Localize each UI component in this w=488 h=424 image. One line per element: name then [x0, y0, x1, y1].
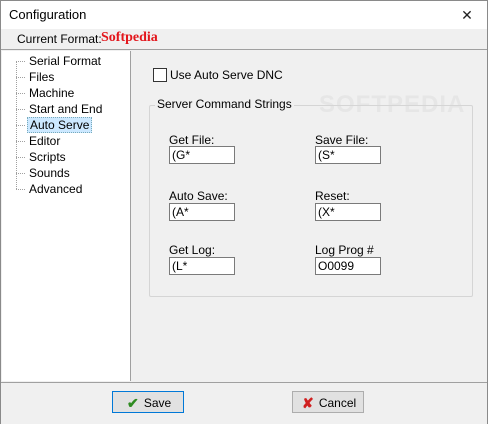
- tree-item-label: Editor: [29, 134, 61, 148]
- close-icon[interactable]: ✕: [447, 1, 487, 29]
- tree-item-label: Serial Format: [29, 54, 102, 68]
- save-button-label: Save: [143, 395, 172, 410]
- tree-item-files[interactable]: Files: [16, 70, 56, 85]
- cancel-button-label: Cancel: [318, 395, 357, 410]
- auto-serve-panel: SOFTPEDIA Use Auto Serve DNC Server Comm…: [131, 51, 487, 381]
- tree-item-sounds[interactable]: Sounds: [16, 166, 72, 181]
- reset-label: Reset:: [315, 189, 350, 203]
- tree-item-label: Start and End: [29, 102, 103, 116]
- current-format-value: Softpedia: [101, 30, 158, 45]
- auto-save-input[interactable]: [169, 203, 235, 221]
- tree-item-label: Sounds: [29, 166, 70, 180]
- server-command-strings-title: Server Command Strings: [155, 97, 294, 111]
- tree-item-advanced[interactable]: Advanced: [16, 182, 84, 197]
- use-auto-serve-dnc-checkbox[interactable]: Use Auto Serve DNC: [153, 67, 283, 82]
- check-icon: ✔: [126, 394, 139, 411]
- auto-save-label: Auto Save:: [169, 189, 228, 203]
- tree-item-label: Auto Serve: [27, 117, 93, 133]
- tree-item-label: Machine: [29, 86, 75, 100]
- x-icon: ✘: [301, 394, 314, 411]
- tree-item-scripts[interactable]: Scripts: [16, 150, 68, 165]
- save-file-label: Save File:: [315, 133, 369, 147]
- current-format-label: Current Format:: [17, 32, 102, 46]
- get-file-input[interactable]: [169, 146, 235, 164]
- tree-item-editor[interactable]: Editor: [16, 134, 62, 149]
- tree-item-start-and-end[interactable]: Start and End: [16, 102, 104, 117]
- use-auto-serve-dnc-label: Use Auto Serve DNC: [170, 67, 283, 82]
- tree-item-serial-format[interactable]: Serial Format: [16, 54, 103, 69]
- tree-item-auto-serve[interactable]: Auto Serve: [16, 117, 93, 133]
- save-button[interactable]: ✔ Save: [112, 391, 184, 413]
- divider: [1, 49, 487, 50]
- cancel-button[interactable]: ✘ Cancel: [292, 391, 364, 413]
- log-prog-input[interactable]: [315, 257, 381, 275]
- save-file-input[interactable]: [315, 146, 381, 164]
- window-title: Configuration: [9, 7, 87, 22]
- tree-item-label: Files: [29, 70, 55, 84]
- get-log-input[interactable]: [169, 257, 235, 275]
- dialog-footer: ✔ Save ✘ Cancel: [1, 382, 487, 424]
- settings-tree: Serial Format Files Machine Start and En…: [2, 51, 131, 381]
- get-log-label: Get Log:: [169, 243, 216, 257]
- checkbox-box[interactable]: [153, 67, 167, 82]
- get-file-label: Get File:: [169, 133, 215, 147]
- tree-item-label: Scripts: [29, 150, 66, 164]
- title-bar: Configuration ✕: [1, 1, 487, 29]
- log-prog-label: Log Prog #: [315, 243, 374, 257]
- tree-item-label: Advanced: [29, 182, 83, 196]
- configuration-window: Configuration ✕ Current Format: Softpedi…: [0, 0, 488, 424]
- tree-item-machine[interactable]: Machine: [16, 86, 76, 101]
- current-format-bar: Current Format: Softpedia: [1, 29, 487, 49]
- reset-input[interactable]: [315, 203, 381, 221]
